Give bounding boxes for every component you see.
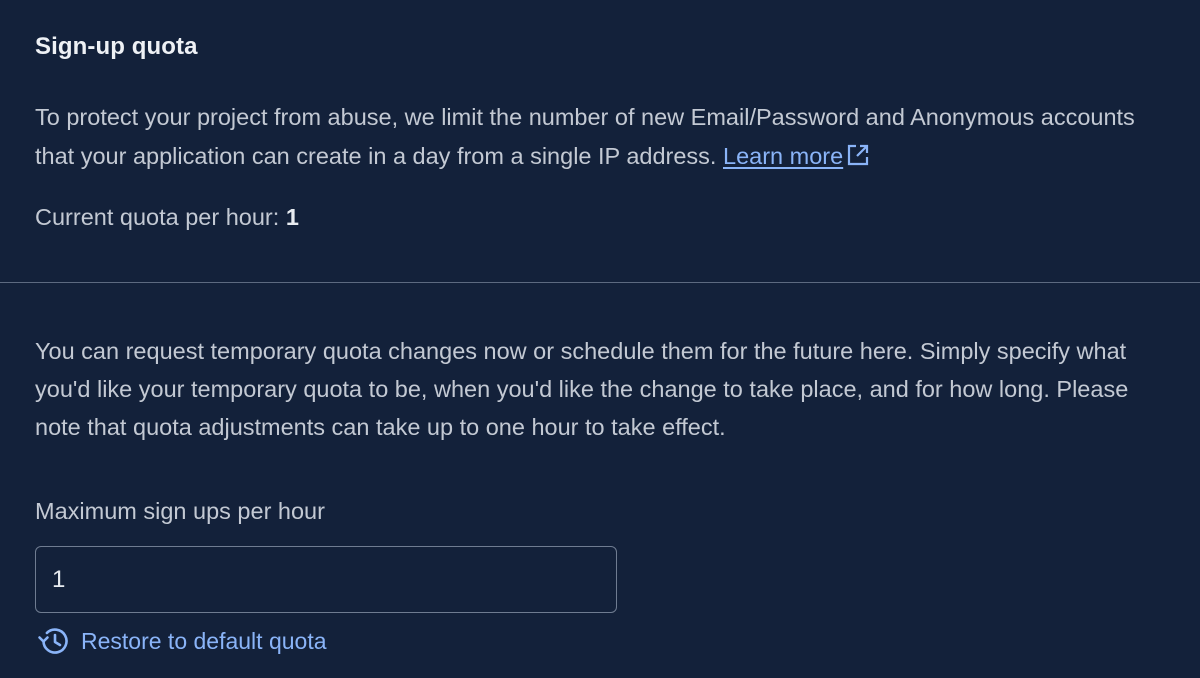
current-quota: Current quota per hour: 1	[35, 200, 299, 234]
sign-up-quota-panel: Sign-up quota To protect your project fr…	[0, 0, 1200, 678]
max-signups-input[interactable]	[35, 546, 617, 613]
restore-default-label: Restore to default quota	[81, 627, 327, 654]
section-description: To protect your project from abuse, we l…	[35, 98, 1165, 179]
current-quota-value: 1	[285, 204, 299, 230]
current-quota-label: Current quota per hour:	[35, 204, 280, 230]
learn-more-link[interactable]: Learn more	[723, 143, 843, 169]
temporary-quota-info: You can request temporary quota changes …	[35, 338, 1129, 440]
restore-default-button[interactable]: Restore to default quota	[37, 624, 327, 658]
section-divider	[0, 282, 1200, 283]
history-icon	[37, 624, 71, 658]
description-text: To protect your project from abuse, we l…	[35, 104, 1135, 169]
max-signups-label: Maximum sign ups per hour	[35, 498, 325, 524]
section-title: Sign-up quota	[35, 33, 198, 60]
open-in-new-icon[interactable]	[846, 140, 870, 179]
